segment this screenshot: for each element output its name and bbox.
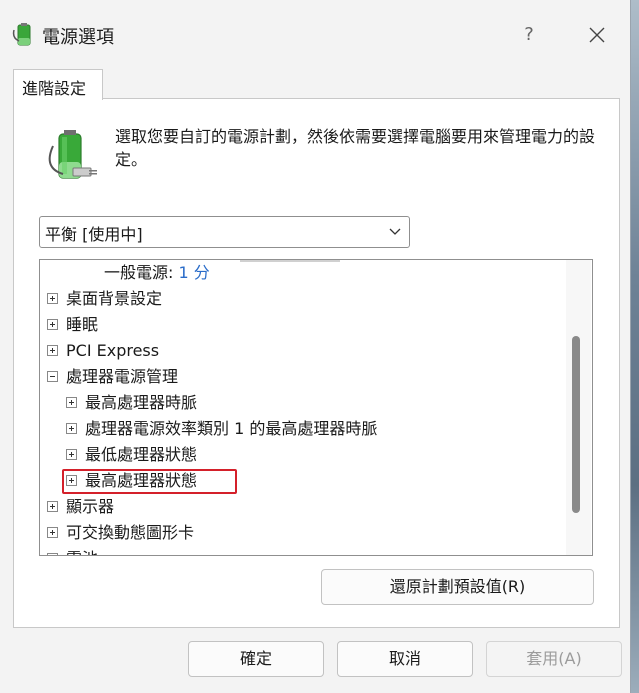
power-plan-select-value: 平衡 [使用中] <box>45 225 143 244</box>
cancel-button[interactable]: 取消 <box>337 641 473 677</box>
tree-item-label: 處理器電源管理 <box>66 367 179 386</box>
tree-item-label: 可交換動態圖形卡 <box>66 523 195 542</box>
desktop-background <box>631 0 639 693</box>
close-button[interactable] <box>582 18 612 52</box>
highlight-box <box>62 469 237 494</box>
scrollbar-thumb[interactable] <box>572 336 580 513</box>
tab-label: 進階設定 <box>22 79 87 98</box>
expand-icon[interactable] <box>47 345 58 356</box>
ok-button[interactable]: 確定 <box>188 641 324 677</box>
apply-button[interactable]: 套用(A) <box>486 641 622 677</box>
tree-item-label: 顯示器 <box>66 497 115 516</box>
tree-item-label: 最低處理器狀態 <box>85 445 198 464</box>
tree-item-label: 處理器電源效率類別 1 的最高處理器時脈 <box>85 419 378 438</box>
tree-item-label: 桌面背景設定 <box>66 289 163 308</box>
expand-icon[interactable] <box>47 319 58 330</box>
plan-description: 選取您要自訂的電源計劃，然後依需要選擇電腦要用來管理電力的設定。 <box>115 127 596 169</box>
tree-item-value[interactable]: 1 分 <box>179 263 210 282</box>
chevron-down-icon <box>389 228 401 235</box>
expand-icon[interactable] <box>66 397 77 408</box>
tree-item-label: 睡眠 <box>66 315 99 334</box>
expand-icon[interactable] <box>47 501 58 512</box>
battery-plug-icon <box>12 23 31 46</box>
tree-item-label: 一般電源: <box>104 263 174 282</box>
settings-tree[interactable]: 一般電源: 1 分 桌面背景設定 睡眠 PCI Express 處理器電源管理 … <box>39 259 593 556</box>
expand-icon[interactable] <box>47 553 58 555</box>
power-plan-select[interactable]: 平衡 [使用中] <box>39 216 410 248</box>
close-icon <box>589 27 605 43</box>
tree-item-partial[interactable]: 一般電源: 1 分 <box>104 261 210 285</box>
tab-advanced-settings[interactable]: 進階設定 <box>13 69 103 100</box>
collapse-icon[interactable] <box>47 371 58 382</box>
tree-scrollbar[interactable] <box>566 260 591 555</box>
power-plan-icon <box>48 130 97 179</box>
tree-item-label: 電池 <box>66 547 98 555</box>
tree-divider <box>240 260 340 262</box>
expand-icon[interactable] <box>47 527 58 538</box>
power-options-window: 電源選項 ? 進階設定 選取您要自訂的電源計劃，然後依需要選擇電腦要用來管理電力… <box>0 0 631 693</box>
tree-item-label: PCI Express <box>66 341 160 360</box>
restore-defaults-button[interactable]: 還原計劃預設值(R) <box>321 569 594 605</box>
title-bar[interactable]: 電源選項 ? <box>0 0 630 70</box>
help-button[interactable]: ? <box>514 18 544 52</box>
expand-icon[interactable] <box>66 423 77 434</box>
tree-item-label: 最高處理器時脈 <box>85 393 198 412</box>
expand-icon[interactable] <box>66 449 77 460</box>
window-title: 電源選項 <box>42 27 114 48</box>
expand-icon[interactable] <box>47 293 58 304</box>
